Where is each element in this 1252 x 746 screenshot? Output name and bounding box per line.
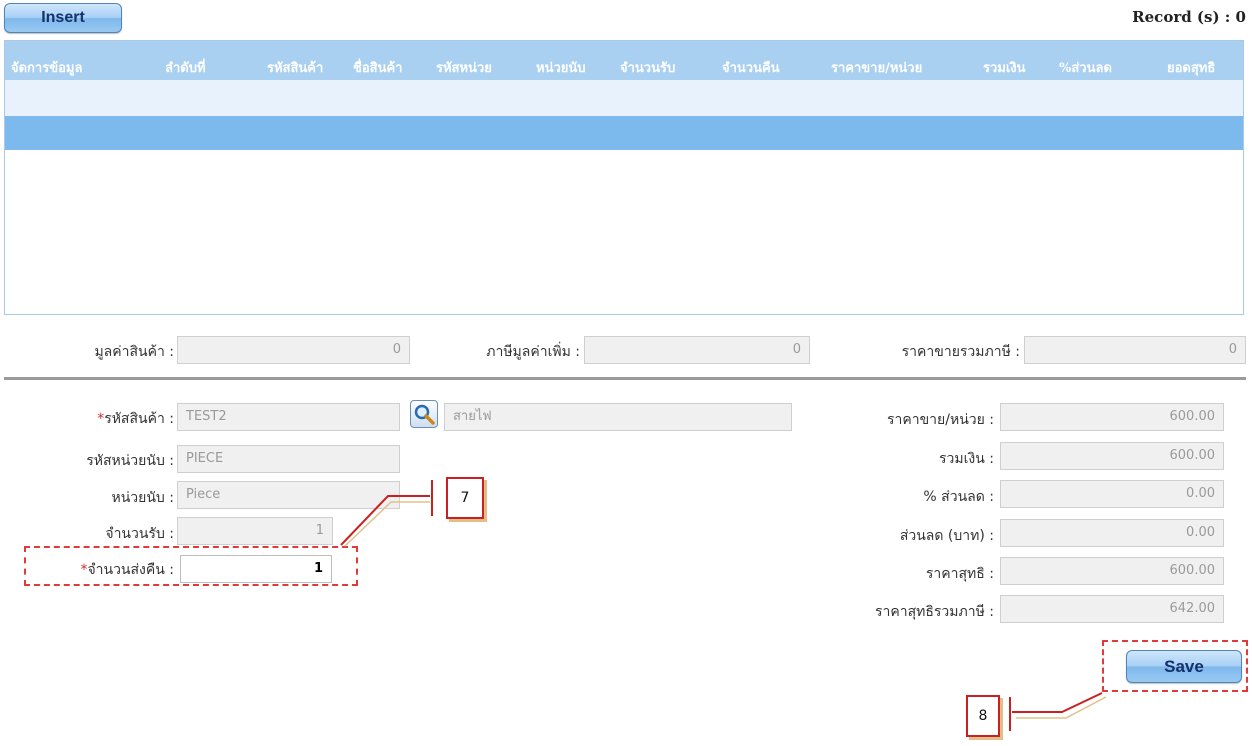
callout-step-7: 7 bbox=[446, 477, 484, 519]
callout-7-connector bbox=[340, 480, 433, 547]
callout-8-connector bbox=[1009, 692, 1107, 731]
callout-connectors bbox=[340, 480, 1107, 731]
callout-step-8: 8 bbox=[966, 695, 1000, 737]
